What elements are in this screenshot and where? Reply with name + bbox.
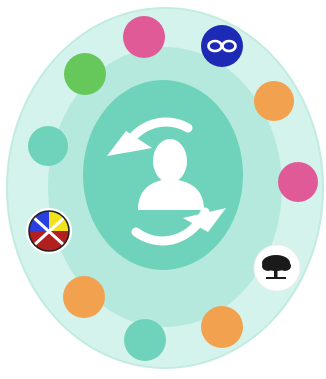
green-circle-upper-left bbox=[64, 53, 106, 95]
orange-circle-lower-right bbox=[201, 306, 243, 348]
teal-circle-left bbox=[28, 126, 68, 166]
orange-circle-lower-left bbox=[63, 276, 105, 318]
infinity-logo bbox=[201, 25, 243, 67]
ring-diagram bbox=[0, 0, 326, 379]
tree-logo bbox=[253, 244, 301, 292]
teal-circle-bottom bbox=[124, 319, 166, 361]
four-quadrant-icon bbox=[28, 210, 70, 252]
pink-circle-top bbox=[123, 16, 165, 58]
quadrant-logo bbox=[26, 208, 72, 254]
pink-circle-right bbox=[278, 162, 318, 202]
orange-circle-upper-right bbox=[254, 81, 294, 121]
